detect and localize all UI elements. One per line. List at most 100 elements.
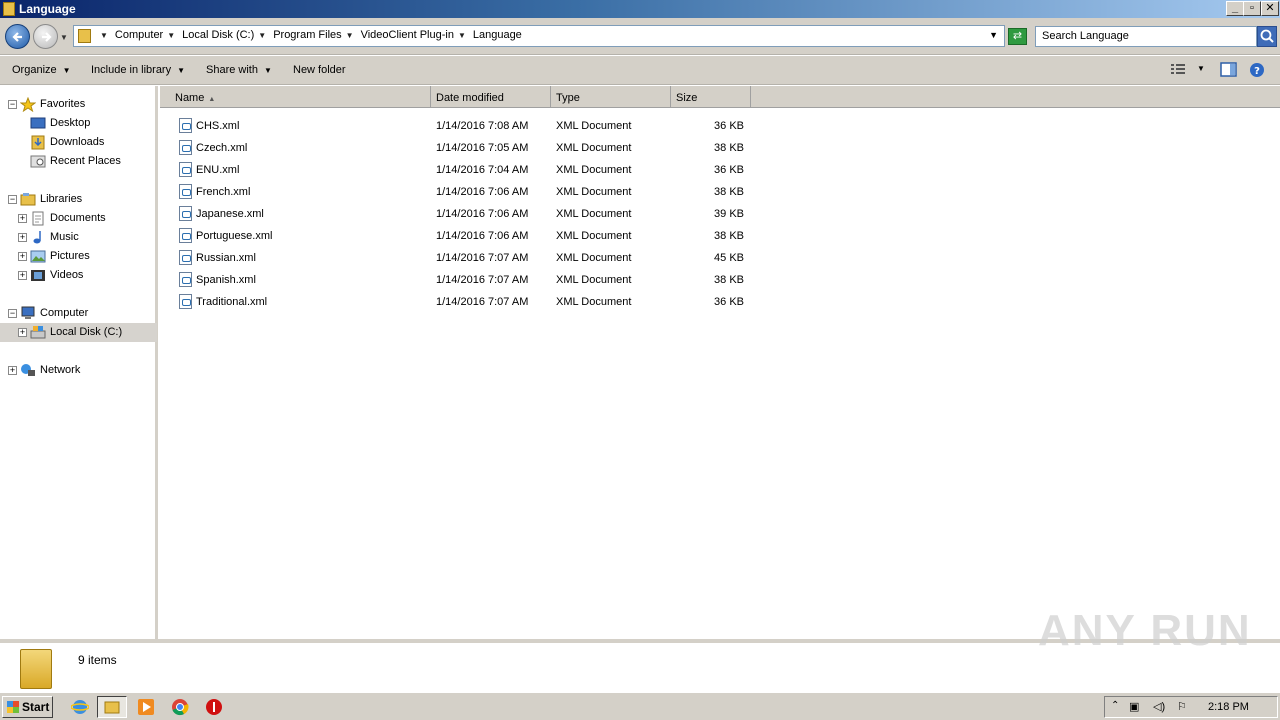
file-row[interactable]: ENU.xml 1/14/2016 7:04 AM XML Document 36 K… — [160, 159, 1280, 181]
file-row[interactable]: Czech.xml 1/14/2016 7:05 AM XML Document 38… — [160, 137, 1280, 159]
taskbar-clock[interactable]: 2:18 PM — [1208, 701, 1249, 713]
file-type: XML Document — [556, 142, 632, 154]
address-field[interactable]: ▼ Computer ▼ Local Disk (C:) ▼ Program F… — [73, 25, 1005, 47]
address-bar: ▼ ▼ Computer ▼ Local Disk (C:) ▼ Program… — [0, 18, 1280, 55]
include-in-library-button[interactable]: Include in library ▼ — [91, 64, 185, 76]
navigation-pane: − Favorites Desktop Downloads Recent Pla… — [0, 86, 158, 639]
nav-item-recent-places[interactable]: Recent Places — [0, 152, 157, 171]
column-header-type[interactable]: Type — [551, 86, 671, 108]
new-folder-button[interactable]: New folder — [293, 64, 346, 76]
nav-item-computer[interactable]: − Computer — [0, 304, 157, 323]
file-date-modified: 1/14/2016 7:07 AM — [436, 252, 529, 264]
column-header-name[interactable]: Name ▲ — [160, 86, 431, 108]
breadcrumb-item-computer[interactable]: Computer — [115, 29, 163, 41]
folder-icon — [104, 701, 120, 714]
file-date-modified: 1/14/2016 7:06 AM — [436, 230, 529, 242]
taskbar-explorer[interactable] — [97, 696, 127, 718]
forward-button[interactable] — [33, 24, 58, 49]
breadcrumb-item-language[interactable]: Language — [473, 29, 522, 41]
nav-item-documents[interactable]: + Documents — [0, 209, 157, 228]
column-header-date-modified[interactable]: Date modified — [431, 86, 551, 108]
show-hidden-icons-icon[interactable]: ⌃ — [1111, 700, 1119, 711]
collapse-icon[interactable]: − — [8, 100, 17, 109]
taskbar-media-player[interactable] — [131, 696, 161, 718]
nav-item-music[interactable]: + Music — [0, 228, 157, 247]
file-type: XML Document — [556, 296, 632, 308]
file-row[interactable]: Portuguese.xml 1/14/2016 7:06 AM XML Docum… — [160, 225, 1280, 247]
organize-button[interactable]: Organize ▼ — [12, 64, 71, 76]
file-row[interactable]: Japanese.xml 1/14/2016 7:06 AM XML Documen… — [160, 203, 1280, 225]
maximize-button[interactable]: ▫ — [1243, 1, 1261, 16]
chevron-down-icon[interactable]: ▼ — [458, 31, 466, 40]
start-button[interactable]: Start — [2, 696, 53, 718]
expand-icon[interactable]: + — [18, 252, 27, 261]
address-history-dropdown[interactable]: ▼ — [989, 30, 998, 40]
file-name: CHS.xml — [196, 120, 240, 132]
chevron-down-icon[interactable]: ▼ — [167, 31, 175, 40]
nav-item-desktop[interactable]: Desktop — [0, 114, 157, 133]
share-with-button[interactable]: Share with ▼ — [206, 64, 272, 76]
expand-icon[interactable]: + — [18, 233, 27, 242]
file-row[interactable]: CHS.xml 1/14/2016 7:08 AM XML Document 36 K… — [160, 115, 1280, 137]
search-button[interactable] — [1257, 26, 1277, 47]
chevron-down-icon[interactable]: ▼ — [100, 31, 108, 40]
file-type: XML Document — [556, 164, 632, 176]
preview-pane-button[interactable] — [1220, 62, 1237, 80]
expand-icon[interactable]: + — [8, 366, 17, 375]
search-input[interactable]: Search Language — [1035, 26, 1257, 47]
xml-file-icon — [179, 140, 192, 155]
flag-icon[interactable]: ⚐ — [1177, 700, 1187, 713]
change-view-button[interactable] — [1170, 62, 1186, 79]
taskbar-chrome[interactable] — [165, 696, 195, 718]
nav-item-pictures[interactable]: + Pictures — [0, 247, 157, 266]
chevron-down-icon[interactable]: ▼ — [346, 31, 354, 40]
file-row[interactable]: French.xml 1/14/2016 7:06 AM XML Document 3… — [160, 181, 1280, 203]
network-tray-icon[interactable]: ▣ — [1129, 700, 1139, 713]
preview-pane-icon — [1220, 62, 1237, 77]
nav-item-favorites[interactable]: − Favorites — [0, 95, 157, 114]
column-header-size[interactable]: Size — [671, 86, 751, 108]
svg-text:?: ? — [1254, 66, 1260, 77]
nav-item-videos[interactable]: + Videos — [0, 266, 157, 285]
help-button[interactable]: ? — [1249, 62, 1265, 81]
expand-icon[interactable]: + — [18, 214, 27, 223]
breadcrumb-item-program-files[interactable]: Program Files — [273, 29, 341, 41]
file-size: 39 KB — [714, 208, 744, 220]
minimize-button[interactable]: _ — [1226, 1, 1244, 16]
expand-icon[interactable]: + — [18, 328, 27, 337]
collapse-icon[interactable]: − — [8, 309, 17, 318]
nav-label: Videos — [50, 269, 84, 281]
xml-file-icon — [179, 206, 192, 221]
nav-label: Desktop — [50, 117, 91, 129]
breadcrumb-item-videoclient[interactable]: VideoClient Plug-in — [361, 29, 454, 41]
file-row[interactable]: Spanish.xml 1/14/2016 7:07 AM XML Document… — [160, 269, 1280, 291]
nav-item-network[interactable]: + Network — [0, 361, 157, 380]
close-button[interactable]: ✕ — [1261, 1, 1279, 16]
file-date-modified: 1/14/2016 7:07 AM — [436, 274, 529, 286]
system-tray: ⌃ ▣ ◁) ⚐ — [1104, 696, 1278, 718]
breadcrumb-item-local-disk[interactable]: Local Disk (C:) — [182, 29, 254, 41]
nav-item-libraries[interactable]: − Libraries — [0, 190, 157, 209]
nav-label: Documents — [50, 212, 106, 224]
back-button[interactable] — [5, 24, 30, 49]
speaker-icon[interactable]: ◁) — [1153, 700, 1165, 713]
refresh-button[interactable]: ⇄ — [1008, 28, 1027, 45]
xml-file-icon — [179, 272, 192, 287]
chevron-down-icon: ▼ — [263, 66, 272, 75]
taskbar-stop-app[interactable] — [199, 696, 229, 718]
file-row[interactable]: Russian.xml 1/14/2016 7:07 AM XML Document… — [160, 247, 1280, 269]
nav-item-downloads[interactable]: Downloads — [0, 133, 157, 152]
windows-logo-icon — [7, 701, 19, 713]
folder-icon — [78, 29, 91, 43]
pictures-icon — [30, 250, 46, 263]
collapse-icon[interactable]: − — [8, 195, 17, 204]
recent-pages-dropdown[interactable]: ▼ — [60, 33, 68, 42]
file-date-modified: 1/14/2016 7:04 AM — [436, 164, 529, 176]
expand-icon[interactable]: + — [18, 271, 27, 280]
nav-item-local-disk[interactable]: + Local Disk (C:) — [0, 323, 157, 342]
chevron-down-icon[interactable]: ▼ — [258, 31, 266, 40]
file-name: Portuguese.xml — [196, 230, 273, 242]
view-options-dropdown[interactable]: ▼ — [1197, 64, 1205, 73]
taskbar-ie[interactable] — [65, 696, 95, 718]
file-row[interactable]: Traditional.xml 1/14/2016 7:07 AM XML Docu… — [160, 291, 1280, 313]
